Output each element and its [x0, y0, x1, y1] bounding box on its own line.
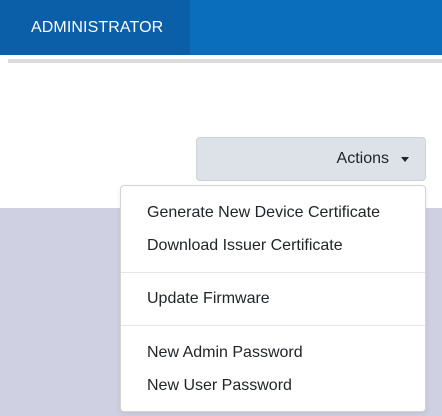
page: ADMINISTRATOR Actions Generate New Devic…: [0, 0, 442, 416]
actions-button-label: Actions: [336, 150, 389, 167]
menu-item-download-issuer-certificate[interactable]: Download Issuer Certificate: [121, 231, 425, 261]
actions-button[interactable]: Actions: [196, 137, 426, 181]
menu-item-update-firmware[interactable]: Update Firmware: [121, 284, 425, 314]
tab-administrator-label: ADMINISTRATOR: [31, 19, 164, 36]
menu-item-generate-device-certificate[interactable]: Generate New Device Certificate: [121, 198, 425, 228]
caret-down-icon: [401, 157, 409, 162]
tab-administrator[interactable]: ADMINISTRATOR: [0, 0, 190, 55]
header-bar: ADMINISTRATOR: [0, 0, 442, 55]
menu-divider: [121, 325, 425, 326]
active-tab-indicator: [0, 52, 190, 55]
menu-item-new-admin-password[interactable]: New Admin Password: [121, 338, 425, 368]
menu-divider: [121, 272, 425, 273]
menu-item-new-user-password[interactable]: New User Password: [121, 371, 425, 401]
actions-dropdown-menu: Generate New Device Certificate Download…: [120, 185, 426, 412]
header-divider: [8, 59, 442, 63]
